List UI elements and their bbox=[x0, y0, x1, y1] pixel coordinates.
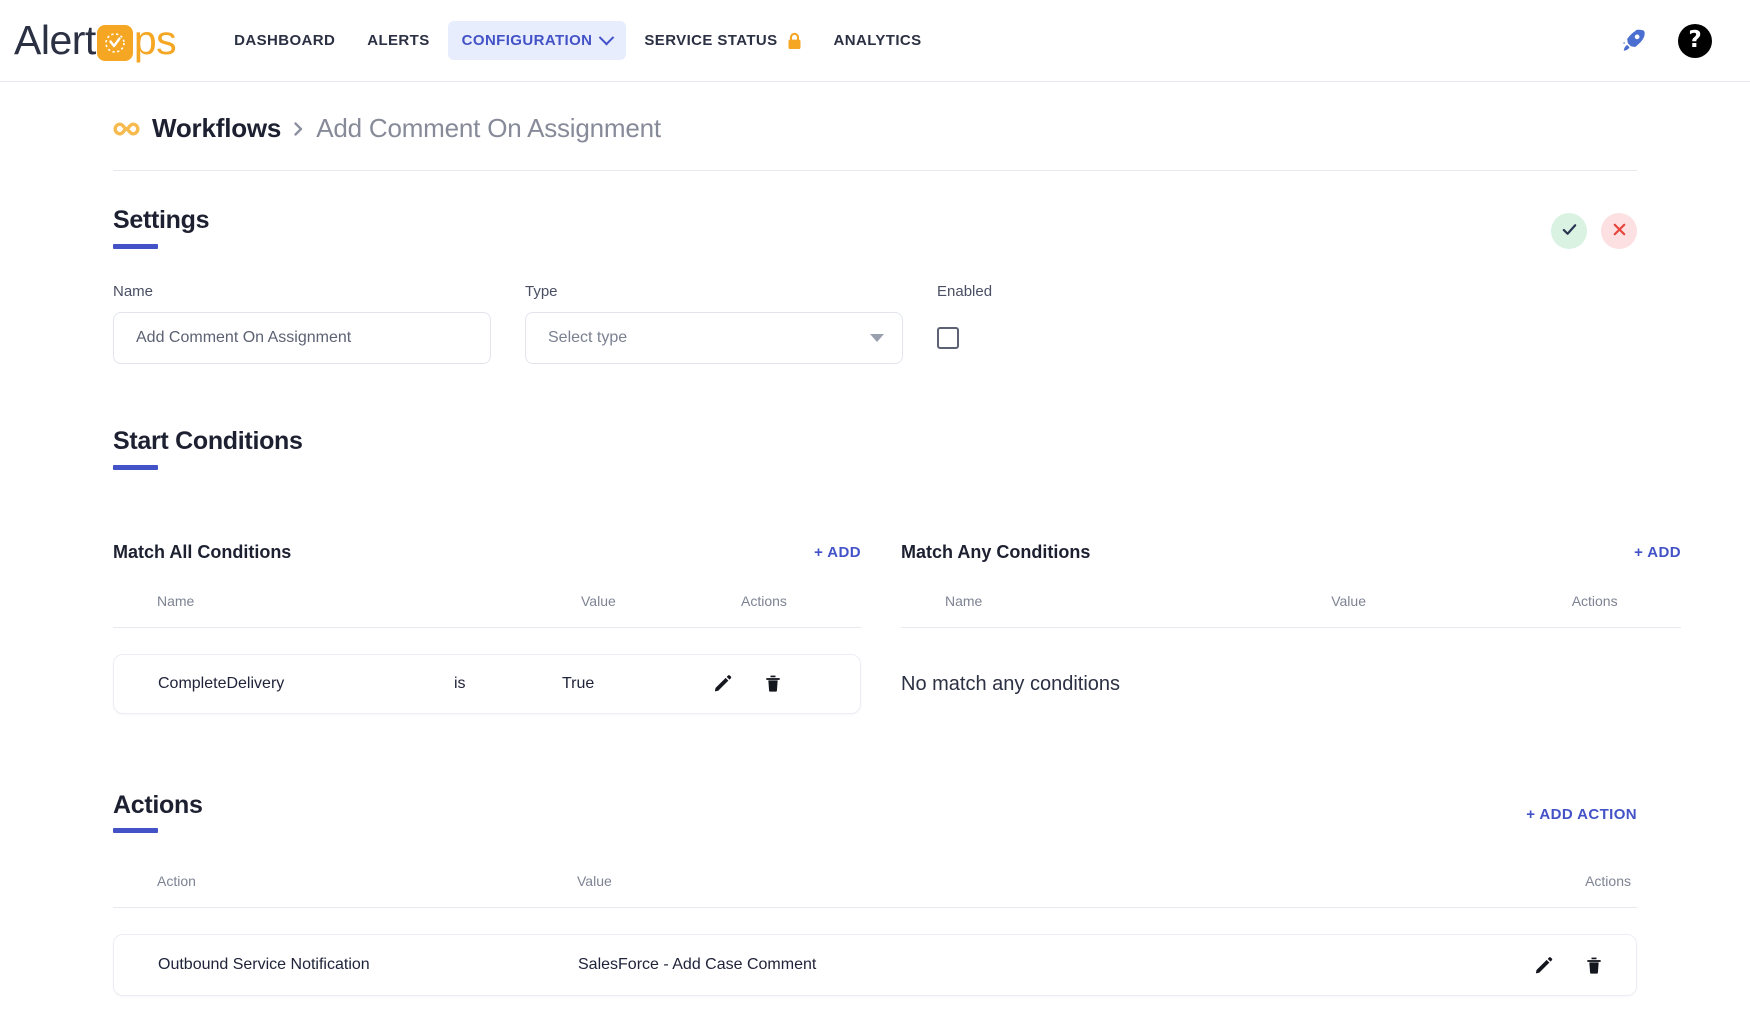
actions-header-row: Actions + ADD ACTION bbox=[113, 792, 1637, 834]
nav-label-service-status: SERVICE STATUS bbox=[644, 32, 777, 49]
table-row[interactable]: CompleteDelivery is True bbox=[113, 654, 861, 714]
nav-item-analytics[interactable]: ANALYTICS bbox=[820, 21, 936, 60]
column-header-value: Value bbox=[577, 873, 1533, 889]
main-nav: DASHBOARD ALERTS CONFIGURATION SERVICE S… bbox=[220, 0, 935, 81]
start-conditions-heading: Start Conditions bbox=[113, 428, 303, 470]
chevron-down-icon bbox=[599, 30, 615, 46]
column-header-actions: Actions bbox=[1533, 873, 1637, 889]
breadcrumb-separator-icon bbox=[293, 121, 304, 137]
help-icon[interactable]: ? bbox=[1678, 24, 1712, 58]
enabled-checkbox[interactable] bbox=[937, 327, 959, 349]
match-all-table-header: Name Value Actions bbox=[113, 593, 861, 628]
caret-down-icon bbox=[870, 334, 884, 342]
add-match-all-condition-button[interactable]: + ADD bbox=[814, 544, 861, 561]
name-field-group: Name bbox=[113, 283, 491, 364]
condition-value: True bbox=[562, 675, 712, 693]
trash-icon[interactable] bbox=[1584, 955, 1604, 976]
condition-name: CompleteDelivery bbox=[114, 675, 454, 693]
actions-heading: Actions bbox=[113, 792, 203, 834]
condition-operator: is bbox=[454, 675, 562, 693]
start-conditions-underline bbox=[113, 465, 158, 470]
actions-underline bbox=[113, 828, 158, 833]
infinity-icon bbox=[113, 121, 140, 137]
trash-icon[interactable] bbox=[763, 673, 783, 694]
page-content: Workflows Add Comment On Assignment Sett… bbox=[0, 82, 1750, 996]
clock-check-icon bbox=[97, 25, 133, 61]
action-row-actions bbox=[1533, 955, 1636, 976]
settings-section-heading: Settings bbox=[113, 207, 209, 249]
breadcrumb-current-page: Add Comment On Assignment bbox=[316, 113, 661, 144]
pencil-icon[interactable] bbox=[712, 673, 733, 694]
breadcrumb: Workflows Add Comment On Assignment bbox=[113, 82, 1637, 171]
settings-form: Name Type Select type Enabled bbox=[113, 283, 1637, 364]
lock-icon bbox=[787, 32, 802, 50]
match-any-header: Match Any Conditions + ADD bbox=[901, 542, 1681, 563]
match-any-conditions-panel: Match Any Conditions + ADD Name Value Ac… bbox=[901, 542, 1681, 714]
match-all-header: Match All Conditions + ADD bbox=[113, 542, 861, 563]
alertops-logo[interactable]: Alert ps bbox=[14, 17, 176, 65]
type-select-value: Select type bbox=[548, 329, 627, 347]
enabled-field-group: Enabled bbox=[937, 283, 992, 364]
logo-text-ops: ps bbox=[134, 20, 176, 61]
type-label: Type bbox=[525, 283, 903, 300]
actions-title: Actions bbox=[113, 792, 203, 820]
add-action-button[interactable]: + ADD ACTION bbox=[1526, 792, 1637, 823]
action-name: Outbound Service Notification bbox=[114, 956, 578, 974]
breadcrumb-link-workflows[interactable]: Workflows bbox=[152, 113, 281, 144]
rocket-icon[interactable] bbox=[1618, 26, 1648, 56]
check-icon bbox=[1560, 220, 1579, 242]
settings-title: Settings bbox=[113, 207, 209, 235]
action-value: SalesForce - Add Case Comment bbox=[578, 956, 1533, 974]
column-header-actions: Actions bbox=[741, 593, 861, 609]
settings-action-buttons bbox=[1551, 207, 1637, 249]
table-row[interactable]: Outbound Service Notification SalesForce… bbox=[113, 934, 1637, 996]
type-select[interactable]: Select type bbox=[525, 312, 903, 364]
close-icon bbox=[1610, 220, 1629, 242]
nav-label-analytics: ANALYTICS bbox=[834, 32, 922, 49]
match-any-table-header: Name Value Actions bbox=[901, 593, 1681, 628]
enabled-label: Enabled bbox=[937, 283, 992, 300]
nav-label-configuration: CONFIGURATION bbox=[462, 32, 593, 49]
match-all-conditions-panel: Match All Conditions + ADD Name Value Ac… bbox=[113, 542, 861, 714]
actions-table-header: Action Value Actions bbox=[113, 873, 1637, 908]
start-conditions-title: Start Conditions bbox=[113, 428, 303, 456]
column-header-name: Name bbox=[901, 593, 1331, 609]
nav-item-configuration[interactable]: CONFIGURATION bbox=[448, 21, 627, 60]
column-header-value: Value bbox=[1331, 593, 1571, 609]
nav-item-dashboard[interactable]: DASHBOARD bbox=[220, 21, 349, 60]
topbar-right-actions: ? bbox=[1618, 24, 1728, 58]
match-any-empty-message: No match any conditions bbox=[901, 628, 1681, 696]
column-header-name: Name bbox=[113, 593, 581, 609]
type-field-group: Type Select type bbox=[525, 283, 903, 364]
nav-label-dashboard: DASHBOARD bbox=[234, 32, 335, 49]
add-match-any-condition-button[interactable]: + ADD bbox=[1634, 544, 1681, 561]
logo-text-alert: Alert bbox=[14, 20, 96, 61]
condition-row-actions bbox=[712, 673, 783, 694]
pencil-icon[interactable] bbox=[1533, 955, 1554, 976]
column-header-action: Action bbox=[113, 873, 577, 889]
settings-underline bbox=[113, 244, 158, 249]
actions-section: Actions + ADD ACTION Action Value Action… bbox=[113, 792, 1637, 997]
start-conditions-section: Start Conditions Match All Conditions + … bbox=[113, 428, 1637, 714]
nav-item-service-status[interactable]: SERVICE STATUS bbox=[630, 21, 815, 61]
save-button[interactable] bbox=[1551, 213, 1587, 249]
match-all-title: Match All Conditions bbox=[113, 542, 291, 563]
match-any-title: Match Any Conditions bbox=[901, 542, 1090, 563]
nav-label-alerts: ALERTS bbox=[367, 32, 429, 49]
settings-header-row: Settings bbox=[113, 171, 1637, 249]
column-header-actions: Actions bbox=[1572, 593, 1681, 609]
top-navigation-bar: Alert ps DASHBOARD ALERTS CONFIGURATION … bbox=[0, 0, 1750, 82]
cancel-button[interactable] bbox=[1601, 213, 1637, 249]
conditions-columns: Match All Conditions + ADD Name Value Ac… bbox=[113, 542, 1637, 714]
name-input[interactable] bbox=[113, 312, 491, 364]
nav-item-alerts[interactable]: ALERTS bbox=[353, 21, 443, 60]
column-header-value: Value bbox=[581, 593, 741, 609]
name-label: Name bbox=[113, 283, 491, 300]
help-icon-glyph: ? bbox=[1688, 29, 1701, 52]
